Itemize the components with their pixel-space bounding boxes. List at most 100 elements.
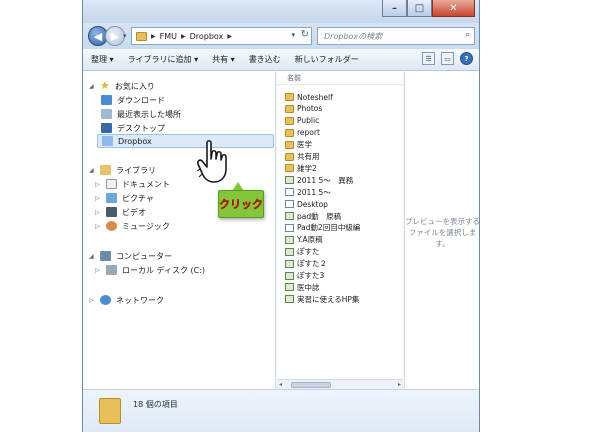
callout-label: クリック <box>219 198 263 211</box>
folder-icon <box>285 152 294 161</box>
file-name: Y.A原稿 <box>297 235 323 245</box>
list-item[interactable]: Noteshelf <box>285 91 333 103</box>
minimize-button[interactable]: – <box>382 0 407 17</box>
list-item[interactable]: Desktop <box>285 198 328 210</box>
document-icon <box>285 188 294 197</box>
expand-arrow-icon[interactable]: ▷ <box>95 195 101 202</box>
preview-pane-icon[interactable]: ▭ <box>441 52 454 65</box>
scrollbar-thumb[interactable] <box>291 382 331 388</box>
collapse-arrow-icon[interactable]: ◢ <box>89 167 95 174</box>
scroll-right-icon[interactable]: ▸ <box>398 381 401 388</box>
folder-icon <box>136 31 147 41</box>
breadcrumb-dropbox[interactable]: Dropbox <box>190 32 224 41</box>
list-item[interactable]: 2011 5～ 異務 <box>285 174 353 186</box>
address-dropdown-icon[interactable]: ▾ <box>291 31 295 39</box>
nav-item-desktop[interactable]: デスクトップ <box>101 121 165 135</box>
computer-icon <box>100 251 111 261</box>
nav-item-pictures[interactable]: ▷ ピクチャ <box>95 191 154 205</box>
breadcrumb-separator-icon[interactable]: ▶ <box>227 33 232 40</box>
forward-button[interactable]: ▶ <box>105 26 125 46</box>
nav-item-local-disk[interactable]: ▷ ローカル ディスク (C:) <box>95 263 205 277</box>
expand-arrow-icon[interactable]: ▷ <box>95 181 101 188</box>
preview-line: ファイルを選択しま <box>408 228 477 237</box>
list-item[interactable]: pad動 原稿 <box>285 210 341 222</box>
title-bar[interactable]: – □ ✕ <box>83 0 479 23</box>
file-name: 2011 5～ <box>297 187 331 197</box>
nav-label: ネットワーク <box>116 295 164 305</box>
nav-item-videos[interactable]: ▷ ビデオ <box>95 205 146 219</box>
new-folder-button[interactable]: 新しいフォルダー <box>295 54 359 65</box>
nav-item-documents[interactable]: ▷ ドキュメント <box>95 177 170 191</box>
nav-item-libraries[interactable]: ◢ ライブラリ <box>89 163 156 177</box>
list-item[interactable]: 共有用 <box>285 151 320 163</box>
breadcrumb-separator-icon[interactable]: ▶ <box>181 33 186 40</box>
list-item[interactable]: ぽすた <box>285 246 320 258</box>
address-bar[interactable]: ▶ FMU ▶ Dropbox ▶ ▾ ↻ <box>131 27 312 45</box>
search-input[interactable]: Dropboxの検索 ⌕ <box>317 27 475 45</box>
search-placeholder: Dropboxの検索 <box>324 31 383 41</box>
file-name: 共有用 <box>297 152 320 161</box>
list-item[interactable]: ぽすた3 <box>285 270 324 282</box>
add-to-library-button[interactable]: ライブラリに追加 ▾ <box>128 54 199 65</box>
list-item[interactable]: Y.A原稿 <box>285 234 323 246</box>
share-button[interactable]: 共有 ▾ <box>212 54 235 65</box>
expand-arrow-icon[interactable]: ▷ <box>89 297 95 304</box>
nav-label: ピクチャ <box>122 193 154 203</box>
library-icon <box>100 165 111 175</box>
videos-icon <box>106 207 117 217</box>
maximize-button[interactable]: □ <box>407 0 432 17</box>
list-item[interactable]: 実習に使えるHP集 <box>285 293 359 305</box>
expand-arrow-icon[interactable]: ▷ <box>95 223 101 230</box>
navigation-row: ◀ ▶ ▾ ▶ FMU ▶ Dropbox ▶ ▾ ↻ Dropboxの検索 ⌕ <box>83 23 479 49</box>
file-name: Noteshelf <box>297 92 333 102</box>
burn-button[interactable]: 書き込む <box>249 54 281 65</box>
document-icon <box>285 295 294 304</box>
nav-item-favorites[interactable]: ◢ ★ お気に入り <box>89 79 155 93</box>
document-icon <box>285 247 294 256</box>
collapse-arrow-icon[interactable]: ◢ <box>89 83 95 90</box>
file-name: Photos <box>297 104 323 114</box>
list-item[interactable]: 雑学2 <box>285 162 317 174</box>
view-options-icon[interactable]: ☰ <box>422 52 435 65</box>
file-name: 医中誌 <box>297 282 320 292</box>
organize-button[interactable]: 整理 ▾ <box>91 54 114 65</box>
collapse-arrow-icon[interactable]: ◢ <box>89 253 95 260</box>
list-item[interactable]: report <box>285 127 320 139</box>
file-list-pane: 名前 Noteshelf Photos Public report 医学 共有用 雑学2 20… <box>277 71 403 389</box>
dropbox-icon <box>102 136 113 146</box>
nav-label: お気に入り <box>114 81 155 91</box>
list-item[interactable]: Photos <box>285 103 322 115</box>
breadcrumb-separator-icon[interactable]: ▶ <box>151 33 156 40</box>
nav-item-computer[interactable]: ◢ コンピューター <box>89 249 172 263</box>
nav-item-network[interactable]: ▷ ネットワーク <box>89 293 164 307</box>
scroll-left-icon[interactable]: ◂ <box>279 381 282 388</box>
view-controls: ☰ ▭ ? <box>422 52 473 65</box>
nav-item-music[interactable]: ▷ ミュージック <box>95 219 170 233</box>
list-item[interactable]: Public <box>285 115 319 127</box>
list-item[interactable]: Pad動2回目中級編 <box>285 222 360 234</box>
list-item[interactable]: 2011 5～ <box>285 186 331 198</box>
list-item[interactable]: 医中誌 <box>285 281 320 293</box>
network-icon <box>100 295 111 305</box>
file-name: pad動 原稿 <box>297 211 342 221</box>
refresh-icon[interactable]: ↻ <box>301 29 309 40</box>
expand-arrow-icon[interactable]: ▷ <box>95 267 101 274</box>
expand-arrow-icon[interactable]: ▷ <box>95 209 101 216</box>
breadcrumb-fmu[interactable]: FMU <box>160 32 177 41</box>
nav-item-dropbox[interactable]: Dropbox <box>97 134 274 148</box>
recent-pages-dropdown[interactable]: ▾ <box>123 32 127 40</box>
list-item[interactable]: 医学 <box>285 139 312 151</box>
nav-item-downloads[interactable]: ダウンロード <box>101 93 165 107</box>
preview-line: プレビューを表示する <box>405 217 480 226</box>
search-icon[interactable]: ⌕ <box>465 30 470 40</box>
horizontal-scrollbar[interactable]: ◂ ▸ <box>277 379 403 389</box>
list-item[interactable]: ぽすた２ <box>285 258 327 270</box>
file-name: report <box>297 128 320 138</box>
pictures-icon <box>106 193 117 203</box>
explorer-window: – □ ✕ ◀ ▶ ▾ ▶ FMU ▶ Dropbox ▶ ▾ ↻ Dropbo… <box>82 0 480 432</box>
close-button[interactable]: ✕ <box>432 0 475 17</box>
column-header-name[interactable]: 名前 <box>277 71 403 85</box>
preview-line: す。 <box>435 239 450 248</box>
nav-item-recent[interactable]: 最近表示した場所 <box>101 107 181 121</box>
help-icon[interactable]: ? <box>460 52 473 65</box>
